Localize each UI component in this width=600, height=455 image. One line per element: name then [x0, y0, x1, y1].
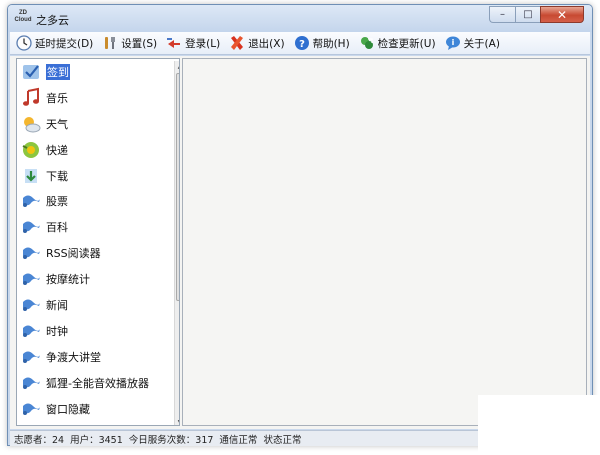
- sidebar-item-label: 狐狸-全能音效播放器: [46, 376, 149, 390]
- login-icon: [167, 38, 181, 48]
- plugin-icon: [23, 299, 40, 311]
- sidebar-item-label: 下载: [46, 169, 68, 183]
- sidebar-item-massage-stats[interactable]: 按摩统计: [17, 266, 179, 292]
- sidebar-item-label: 天气: [46, 117, 68, 131]
- sidebar-item-window-hide[interactable]: 窗口隐藏: [17, 396, 179, 422]
- state-status: 状态正常: [263, 434, 302, 446]
- weather-icon: [24, 116, 41, 133]
- help-icon: ?: [294, 36, 309, 50]
- scrollbar-thumb[interactable]: [176, 73, 180, 301]
- content-panel: [182, 58, 587, 426]
- app-logo: ZD Cloud: [14, 10, 32, 23]
- sidebar-item-delivery[interactable]: 快递: [17, 137, 179, 163]
- minimize-button[interactable]: –: [489, 6, 515, 23]
- toolbar-label: 设置(S): [121, 37, 158, 50]
- grip-icon: [179, 182, 180, 188]
- sidebar-item-label: 股票: [46, 195, 68, 209]
- sidebar-item-checkin[interactable]: 签到: [17, 59, 179, 85]
- torn-corner-overlay: [478, 395, 600, 455]
- sidebar-item-download[interactable]: 下载: [17, 163, 179, 189]
- close-button[interactable]: ✕: [540, 6, 584, 23]
- tools-icon: [105, 37, 116, 49]
- sidebar-item-clock[interactable]: 时钟: [17, 318, 179, 344]
- plugin-icon: [23, 325, 40, 337]
- update-icon: [360, 37, 373, 49]
- toolbar: 延时提交(D) 设置(S) 登录(L) 退出(X) ? 帮助(H) 检查更新(U…: [10, 32, 590, 55]
- sidebar-item-label: 百科: [46, 221, 68, 235]
- sidebar-item-news[interactable]: 新闻: [17, 292, 179, 318]
- sidebar-item-label: 窗口隐藏: [46, 402, 90, 416]
- about-icon: i: [445, 36, 460, 50]
- plugin-icon: [23, 403, 40, 415]
- download-icon: [25, 168, 37, 183]
- clock-icon: [16, 35, 32, 51]
- toolbar-label: 帮助(H): [312, 37, 350, 50]
- scroll-up-arrow-icon[interactable]: ▲: [175, 61, 179, 71]
- sidebar-item-label: 按摩统计: [46, 273, 90, 287]
- svg-text:?: ?: [299, 39, 305, 50]
- title-bar[interactable]: ZD Cloud 之多云 – □ ✕: [8, 5, 592, 32]
- sidebar-item-label: RSS阅读器: [46, 247, 101, 261]
- help-button[interactable]: ? 帮助(H): [294, 33, 350, 54]
- sidebar-item-stocks[interactable]: 股票: [17, 188, 179, 214]
- feature-list: 签到 音乐 天气 快递 下载 股票 百科 RSS阅读器 按摩统计 新闻 时钟 争…: [16, 58, 180, 426]
- client-area: 签到 音乐 天气 快递 下载 股票 百科 RSS阅读器 按摩统计 新闻 时钟 争…: [10, 56, 590, 429]
- today-service-count: 今日服务次数：317: [128, 434, 214, 446]
- toolbar-label: 登录(L): [185, 37, 221, 50]
- check-update-button[interactable]: 检查更新(U): [359, 33, 436, 54]
- sidebar-item-weather[interactable]: 天气: [17, 111, 179, 137]
- volunteer-count: 志愿者：24: [14, 434, 65, 446]
- sidebar-item-audio-player[interactable]: 狐狸-全能音效播放器: [17, 370, 179, 396]
- plugin-icon: [23, 377, 40, 389]
- sidebar-item-encyclopedia[interactable]: 百科: [17, 214, 179, 240]
- toolbar-label: 检查更新(U): [377, 37, 436, 50]
- toolbar-label: 退出(X): [248, 37, 285, 50]
- toolbar-label: 延时提交(D): [35, 37, 94, 50]
- sidebar-item-label: 争渡大讲堂: [46, 350, 101, 364]
- toolbar-label: 关于(A): [463, 37, 500, 50]
- plugin-icon: [23, 221, 40, 234]
- sidebar-item-label: 新闻: [46, 298, 68, 312]
- scroll-down-arrow-icon[interactable]: ▼: [175, 417, 179, 426]
- plugin-icon: [23, 273, 40, 286]
- delayed-submit-button[interactable]: 延时提交(D): [16, 33, 93, 54]
- maximize-button[interactable]: □: [515, 6, 540, 23]
- delivery-icon: [22, 141, 39, 158]
- app-window: ZD Cloud 之多云 – □ ✕ 延时提交(D) 设置(S) 登录(L) 退…: [7, 4, 593, 446]
- settings-button[interactable]: 设置(S): [102, 33, 157, 54]
- sidebar-item-label: 签到: [46, 63, 70, 80]
- plugin-icon: [23, 247, 40, 260]
- about-button[interactable]: i 关于(A): [445, 33, 500, 54]
- sidebar-item-label: 时钟: [46, 324, 68, 338]
- login-button[interactable]: 登录(L): [166, 33, 220, 54]
- sidebar-item-label: 音乐: [46, 91, 68, 105]
- sidebar-scrollbar[interactable]: ▲ ▼: [174, 61, 180, 426]
- plugin-icon: [23, 195, 40, 208]
- checkin-icon: [23, 64, 39, 79]
- sidebar-item-music[interactable]: 音乐: [17, 85, 179, 111]
- sidebar-item-lecture-hall[interactable]: 争渡大讲堂: [17, 344, 179, 370]
- user-count: 用户：3451: [70, 434, 123, 446]
- exit-button[interactable]: 退出(X): [229, 33, 285, 54]
- plugin-icon: [23, 351, 40, 363]
- communication-status: 通信正常: [219, 434, 258, 446]
- sidebar-item-rss-reader[interactable]: RSS阅读器: [17, 240, 179, 266]
- exit-icon: [231, 36, 244, 50]
- music-icon: [23, 87, 39, 106]
- svg-text:i: i: [451, 38, 454, 47]
- sidebar-item-label: 快递: [46, 143, 68, 157]
- window-title: 之多云: [36, 14, 69, 27]
